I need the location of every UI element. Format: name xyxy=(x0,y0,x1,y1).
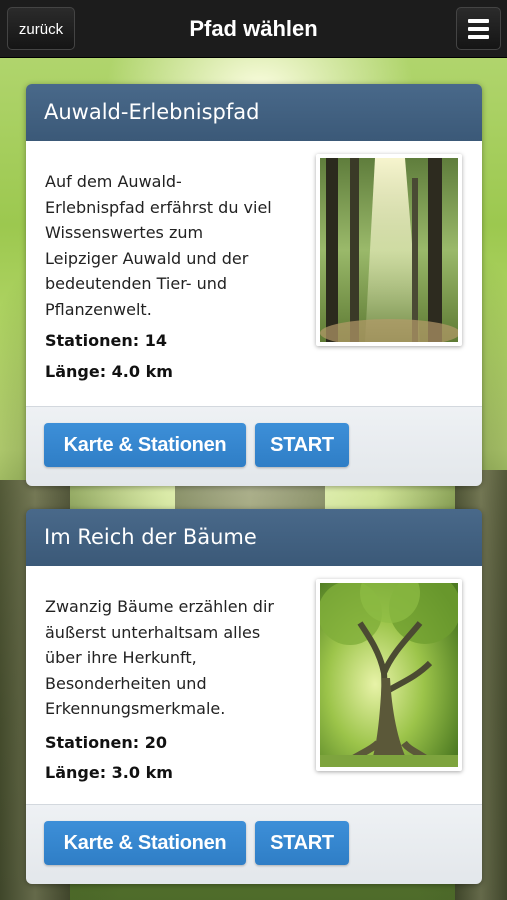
menu-button[interactable] xyxy=(456,7,501,50)
path-thumbnail xyxy=(316,579,462,771)
path-card-actions: Karte & Stationen START xyxy=(26,406,482,486)
path-card-auwald: Auwald-Erlebnispfad Auf dem Auwald- Erle… xyxy=(26,84,482,486)
description-line: äußerst unterhaltsam alles xyxy=(45,622,261,642)
description-line: über ihre Herkunft, xyxy=(45,648,197,667)
path-card-actions: Karte & Stationen START xyxy=(26,804,482,884)
path-length: Länge: 4.0 km xyxy=(45,362,173,381)
path-thumbnail xyxy=(316,154,462,346)
start-button[interactable]: START xyxy=(255,821,349,865)
stations-count: Stationen: 20 xyxy=(45,733,167,752)
page-title: Pfad wählen xyxy=(189,16,318,41)
description-line: Zwanzig Bäume erzählen dir xyxy=(45,597,274,616)
map-stations-button[interactable]: Karte & Stationen xyxy=(44,821,246,865)
path-card-title: Im Reich der Bäume xyxy=(26,509,482,566)
path-description: Zwanzig Bäume erzählen dir äußerst unter… xyxy=(45,594,307,722)
top-bar: zurück Pfad wählen xyxy=(0,0,507,58)
old-tree-photo xyxy=(320,583,458,767)
description-line: Erkennungsmerkmale. xyxy=(45,699,226,718)
path-card-title: Auwald-Erlebnispfad xyxy=(26,84,482,141)
start-button[interactable]: START xyxy=(255,423,349,467)
description-line: bedeutenden Tier- und xyxy=(45,274,228,293)
back-button[interactable]: zurück xyxy=(7,7,75,50)
path-card-body: Auf dem Auwald- Erlebnispfad erfährst du… xyxy=(26,141,482,406)
description-line: Wissenswertes zum xyxy=(45,223,204,242)
path-description: Auf dem Auwald- Erlebnispfad erfährst du… xyxy=(45,169,307,322)
description-line: Leipziger Auwald und der xyxy=(45,248,249,268)
description-line: Auf dem Auwald- xyxy=(45,172,182,191)
path-length: Länge: 3.0 km xyxy=(45,763,173,782)
description-line: Besonderheiten und xyxy=(45,673,207,693)
map-stations-button[interactable]: Karte & Stationen xyxy=(44,423,246,467)
path-card-body: Zwanzig Bäume erzählen dir äußerst unter… xyxy=(26,566,482,804)
description-line: Erlebnispfad erfährst du viel xyxy=(45,197,272,217)
forest-sunbeams-photo xyxy=(320,158,458,342)
description-line: Pflanzenwelt. xyxy=(45,299,152,319)
path-card-baeume: Im Reich der Bäume Zwanzig Bäume erzähle… xyxy=(26,509,482,884)
stations-count: Stationen: 14 xyxy=(45,331,167,350)
